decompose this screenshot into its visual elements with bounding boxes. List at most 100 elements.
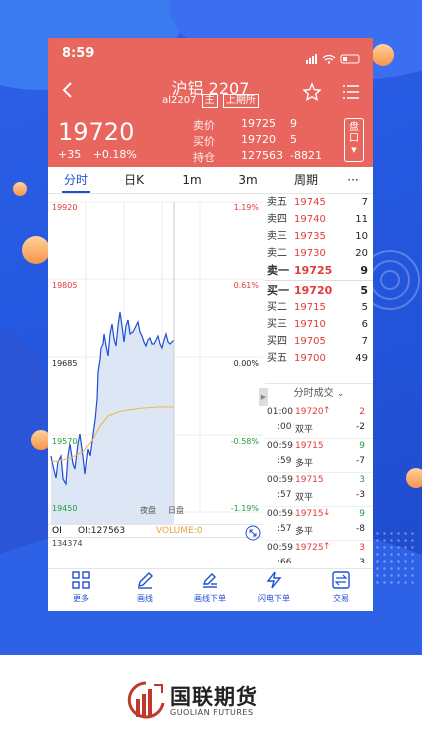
trade-row: 00:59:59 19715 9 多平 -7 — [265, 439, 373, 473]
trade-time: 00:59 — [267, 543, 293, 553]
trade-row: 00:59:66 19725 ↑ 3 3 — [265, 541, 373, 563]
order-book-row[interactable]: 卖四 19740 11 — [267, 211, 370, 228]
status-time: 8:59 — [62, 46, 95, 61]
tab-4[interactable]: 周期 — [284, 167, 328, 194]
order-book-qty: 20 — [355, 248, 368, 259]
trade-row: 00:59:57 19715 3 双平 -3 — [265, 473, 373, 507]
order-book-row[interactable]: 卖一 19725 9 — [267, 262, 370, 279]
nav-label: 闪电下单 — [258, 594, 290, 603]
change-value: +35 — [58, 148, 82, 161]
quote-label: 卖价 — [193, 119, 215, 132]
order-book-qty: 5 — [360, 284, 368, 297]
price-change: +35 +0.18% — [58, 148, 137, 161]
bottom-nav: 更多 画线 画线下单 闪电下单 交易 — [48, 568, 373, 611]
y-label: 19570 — [52, 437, 78, 446]
nav-item-1[interactable]: 画线 — [120, 571, 170, 604]
grid-icon — [56, 571, 106, 591]
contract-subtitle: al2207 主 上期所 — [48, 94, 373, 108]
expand-icon[interactable] — [245, 525, 261, 541]
tab-2[interactable]: 1m — [172, 167, 212, 194]
order-book-row[interactable]: 买四 19705 7 — [267, 333, 370, 350]
trade-icon — [316, 571, 366, 591]
order-book-label: 卖一 — [267, 264, 289, 277]
session-label-day[interactable]: 日盘 — [168, 505, 184, 516]
order-book: 卖五 19745 7 卖四 19740 11 卖三 19735 10 卖二 19730 20 卖一 197… — [265, 194, 373, 379]
order-book-price: 19720 — [294, 284, 333, 297]
trade-time: 00:59 — [267, 509, 293, 519]
nav-item-0[interactable]: 更多 — [56, 571, 106, 604]
tab-5[interactable]: ··· — [340, 167, 366, 194]
trade-volume: 3 — [359, 475, 365, 485]
trade-price: 19725 — [295, 543, 324, 553]
trade-type: 多平 — [295, 527, 314, 537]
logo-icon — [127, 681, 165, 721]
trade-seconds: :59 — [277, 456, 292, 466]
draw-order-icon — [185, 571, 235, 591]
order-book-button[interactable]: 盘口 ▼ — [344, 118, 364, 162]
order-book-price: 19740 — [294, 214, 326, 225]
nav-item-4[interactable]: 交易 — [316, 571, 366, 604]
order-book-price: 19705 — [294, 336, 326, 347]
quote-label: 持仓 — [193, 151, 215, 164]
order-book-row[interactable]: 买二 19715 5 — [267, 299, 370, 316]
last-price: 19720 — [58, 118, 135, 146]
order-book-row[interactable]: 卖三 19735 10 — [267, 228, 370, 245]
order-book-row[interactable]: 买三 19710 6 — [267, 316, 370, 333]
trade-arrow: ↓ — [323, 508, 331, 518]
trade-arrow: ↑ — [323, 542, 331, 552]
y-label: 19805 — [52, 281, 78, 290]
pct-label: 0.61% — [233, 281, 259, 290]
star-icon[interactable] — [302, 82, 322, 102]
trade-time: 01:00 — [267, 407, 293, 417]
order-book-row[interactable]: 卖二 19730 20 — [267, 245, 370, 262]
trade-oi-change: -7 — [356, 456, 365, 466]
trade-price: 19715 — [295, 475, 324, 485]
brand-name: 国联期货 — [170, 685, 258, 709]
tab-1[interactable]: 日K — [112, 167, 156, 194]
trade-seconds: :66 — [277, 558, 292, 563]
trade-row: 01:00:00 19720 ↑ 2 双平 -2 — [265, 405, 373, 439]
trades-list: 01:00:00 19720 ↑ 2 双平 -2 00:59:59 19715 9 多平 -7 00:… — [265, 383, 373, 563]
order-book-label: 卖五 — [267, 197, 287, 208]
order-book-label: 买一 — [267, 284, 289, 297]
trade-oi-change: -3 — [356, 490, 365, 500]
order-book-label: 买二 — [267, 302, 287, 313]
draw-line-icon — [120, 571, 170, 591]
tab-3[interactable]: 3m — [228, 167, 268, 194]
flash-icon — [249, 571, 299, 591]
exchange-tag: 上期所 — [222, 94, 259, 108]
change-percent: +0.18% — [92, 148, 137, 161]
order-book-label: 卖二 — [267, 248, 287, 259]
trade-price: 19715 — [295, 509, 324, 519]
nav-item-2[interactable]: 画线下单 — [185, 571, 235, 604]
trade-volume: 3 — [359, 543, 365, 553]
quote-header: 8:59 沪铝 2207 al2207 主 上期所 19720 +35 +0.1… — [48, 38, 373, 167]
session-label-night[interactable]: 夜盘 — [140, 505, 156, 516]
main-contract-tag: 主 — [201, 94, 218, 108]
menu-icon[interactable] — [342, 84, 360, 100]
trade-row: 00:59:57 19715 ↓ 9 多平 -8 — [265, 507, 373, 541]
trade-arrow: ↑ — [323, 406, 331, 416]
y-label: 19450 — [52, 504, 78, 513]
trade-seconds: :00 — [277, 422, 292, 432]
order-book-label: 买五 — [267, 353, 287, 364]
oi-tab[interactable]: OI — [52, 525, 62, 538]
decor-ring — [380, 270, 400, 290]
order-book-price: 19715 — [294, 302, 326, 313]
order-book-price: 19725 — [294, 264, 333, 277]
brand-english: GUOLIAN FUTURES — [170, 708, 254, 717]
trade-seconds: :57 — [277, 490, 292, 500]
trade-oi-change: -8 — [356, 524, 365, 534]
order-book-label: 卖四 — [267, 214, 287, 225]
tab-0[interactable]: 分时 — [54, 167, 98, 194]
order-book-row[interactable]: 买五 19700 49 — [267, 350, 370, 367]
indicator-bar: OI OI:127563 VOLUME:0 134374 — [48, 524, 263, 568]
trade-oi-change: -2 — [356, 422, 365, 432]
nav-item-3[interactable]: 闪电下单 — [249, 571, 299, 604]
order-book-price: 19700 — [294, 353, 326, 364]
order-book-label: 买四 — [267, 336, 287, 347]
order-book-row[interactable]: 买一 19720 5 — [267, 282, 370, 299]
nav-label: 更多 — [73, 594, 89, 603]
order-book-row[interactable]: 卖五 19745 7 — [267, 194, 370, 211]
y-label: 19685 — [52, 359, 78, 368]
